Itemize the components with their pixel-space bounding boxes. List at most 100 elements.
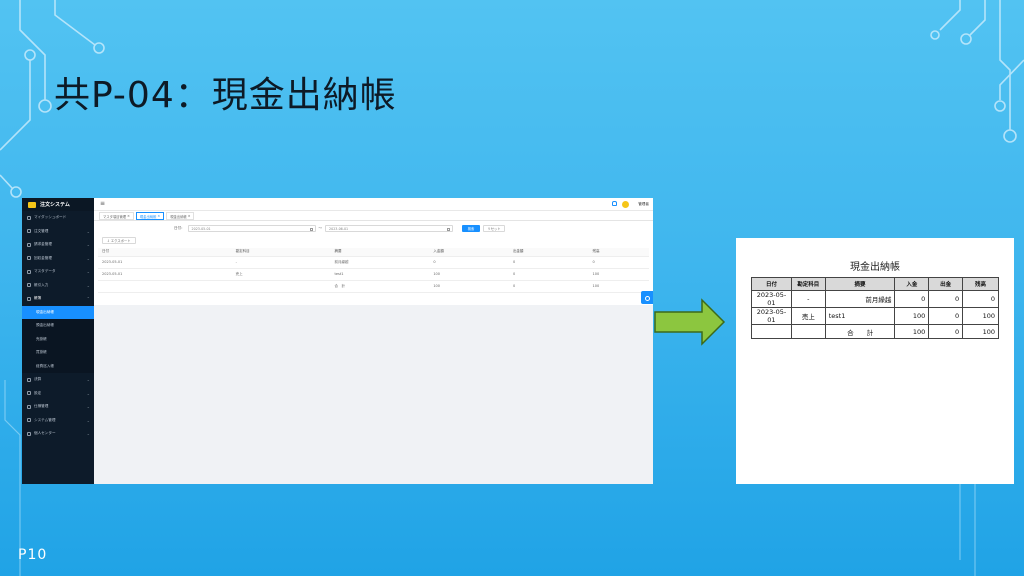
col-balance: 残高 — [588, 248, 649, 257]
menu-icon[interactable]: ≡ — [100, 201, 105, 207]
nav-item-collect[interactable]: 回収金管理 ⌄ — [22, 252, 94, 266]
sub-item-expense[interactable]: 経費巡入帳 — [22, 359, 94, 373]
nav-item-orders[interactable]: 注文管理 ⌄ — [22, 225, 94, 239]
report-cell: 前月繰越 — [824, 290, 896, 308]
report-cell: 0 — [928, 307, 964, 325]
table-header-row: 日付 勘定科目 摘要 入金額 出金額 残高 — [98, 248, 649, 257]
report-cell: 100 — [894, 324, 930, 339]
report-cell: 0 — [928, 324, 964, 339]
app-screenshot: 注文システム マイダッシュボード 注文管理 ⌄ 請求金管理 ⌄ 回収金管理 ⌄ マスタ… — [22, 198, 653, 484]
sub-item-cash-book[interactable]: 現金出納帳 — [22, 305, 94, 319]
logo-text: 注文システム — [40, 202, 70, 208]
dashboard-icon — [27, 215, 31, 220]
table-cell: 0 — [508, 268, 589, 281]
bell-icon[interactable] — [612, 201, 617, 206]
page-number: P10 — [18, 547, 48, 563]
table-cell: - — [231, 256, 331, 269]
date-from-input[interactable]: 2023-05-01 — [187, 225, 316, 232]
report-cell: 100 — [894, 307, 930, 325]
filter-label: 日付： — [174, 226, 185, 230]
table-cell: 前月繰越 — [330, 256, 430, 269]
table-cell — [98, 280, 232, 293]
nav-label: システム管理 — [34, 417, 56, 422]
nav-label: 請求金管理 — [34, 242, 52, 247]
tab-bar: マスタ項目管理 × 現金出納帳 × 現金出納帳 × — [94, 211, 653, 221]
report-row: 2023-05-01 - 前月繰越 0 0 0 — [751, 290, 999, 308]
col-account: 勘定科目 — [231, 248, 331, 257]
tab-cash-book[interactable]: 現金出納帳 × — [135, 212, 165, 220]
reset-button[interactable]: リセット — [483, 225, 505, 232]
nav-label: マスタデータ — [34, 269, 56, 274]
nav-item-spec[interactable]: 仕様管理 ⌄ — [22, 400, 94, 414]
nav-label: 注文管理 — [34, 228, 49, 233]
table-cell: 0 — [508, 280, 589, 293]
chevron-up-icon: ⌃ — [86, 296, 90, 302]
nav-label: 帳簿 — [34, 296, 42, 301]
nav-item-system[interactable]: システム管理 ⌄ — [22, 414, 94, 428]
user-icon — [27, 431, 31, 436]
report-col-deposit: 入金 — [894, 277, 930, 291]
report-col-withdrawal: 出金 — [928, 277, 964, 291]
chevron-down-icon: ⌄ — [86, 377, 90, 383]
nav-label: 回収金管理 — [34, 255, 52, 260]
report-col-summary: 摘要 — [824, 277, 896, 291]
avatar[interactable] — [622, 201, 629, 208]
report-header-row: 日付 勘定科目 摘要 入金 出金 残高 — [751, 277, 999, 291]
table-cell: 0 — [508, 256, 589, 269]
report-cell: 売上 — [790, 307, 826, 325]
calendar-icon — [309, 227, 313, 231]
settings-icon — [27, 391, 31, 396]
tab-cash-book-2[interactable]: 現金出納帳 × — [166, 212, 195, 220]
report-cell: 2023-05-01 — [751, 307, 792, 325]
report-total-row: 合 計 100 0 100 — [751, 324, 999, 339]
nav-item-user-center[interactable]: 個人センター ⌄ — [22, 427, 94, 441]
nav-item-settle[interactable]: 決算 ⌄ — [22, 373, 94, 387]
nav-item-dashboard[interactable]: マイダッシュボード — [22, 211, 94, 225]
settle-icon — [27, 377, 31, 382]
calendar-icon — [447, 227, 450, 231]
chevron-down-icon: ⌄ — [86, 242, 90, 248]
entry-icon — [27, 283, 31, 288]
nav-label: 決算 — [34, 377, 42, 382]
chevron-down-icon: ⌄ — [86, 269, 90, 275]
logo-icon — [28, 201, 36, 208]
date-to-value: 2023-06-01 — [329, 226, 349, 231]
table-cell: 売上 — [231, 268, 331, 281]
spec-icon — [27, 404, 31, 409]
search-button[interactable]: 検索 — [462, 225, 480, 232]
nav-item-entry[interactable]: 帳引入力 ⌄ — [22, 279, 94, 293]
report-cell — [751, 324, 792, 339]
table-cell: 100 — [429, 268, 509, 281]
date-filter: 日付： 2023-05-01 ～ 2023-06-01 検索 リセット — [174, 225, 505, 232]
book-icon — [27, 296, 31, 301]
chevron-down-icon: ⌄ — [86, 282, 90, 288]
collect-icon — [27, 256, 31, 261]
tab-label: 現金出納帳 — [170, 214, 187, 219]
report-cell: 100 — [962, 324, 999, 339]
sub-item-receivable[interactable]: 売掛帳 — [22, 332, 94, 346]
export-button[interactable]: ⇩ エクスポート — [102, 237, 136, 244]
nav-item-books[interactable]: 帳簿 ⌃ — [22, 292, 94, 306]
table-row: 2023-05-01 - 前月繰越 0 0 0 — [98, 256, 649, 269]
nav-item-settings[interactable]: 設定 ⌄ — [22, 387, 94, 401]
chevron-down-icon: ⌄ — [86, 431, 90, 437]
settings-float-button[interactable] — [641, 291, 653, 304]
sidebar: 注文システム マイダッシュボード 注文管理 ⌄ 請求金管理 ⌄ 回収金管理 ⌄ マスタ… — [22, 198, 94, 484]
chevron-down-icon: ⌄ — [86, 255, 90, 261]
nav-item-master[interactable]: マスタデータ ⌄ — [22, 265, 94, 279]
report-cell: test1 — [824, 307, 896, 325]
report-table: 日付 勘定科目 摘要 入金 出金 残高 2023-05-01 - 前月繰越 0 … — [751, 277, 999, 339]
cash-book-report: 現金出納帳 日付 勘定科目 摘要 入金 出金 残高 2023-05-01 - 前… — [736, 238, 1014, 484]
table-cell — [231, 280, 331, 293]
sub-item-deposit-book[interactable]: 預金出納帳 — [22, 319, 94, 333]
user-name[interactable]: 管理者 — [638, 202, 649, 207]
nav-item-invoice[interactable]: 請求金管理 ⌄ — [22, 238, 94, 252]
date-from-value: 2023-05-01 — [191, 226, 211, 231]
chevron-down-icon: ⌄ — [86, 417, 90, 423]
chevron-down-icon: ⌄ — [86, 228, 90, 234]
date-to-input[interactable]: 2023-06-01 — [325, 225, 453, 232]
main-area: ≡ 管理者 マスタ項目管理 × 現金出納帳 × 現金出納帳 × 日付： 2023… — [94, 198, 653, 484]
sub-item-payable[interactable]: 買掛帳 — [22, 346, 94, 360]
tab-master-items[interactable]: マスタ項目管理 × — [99, 212, 134, 220]
report-cell: 0 — [962, 290, 999, 308]
